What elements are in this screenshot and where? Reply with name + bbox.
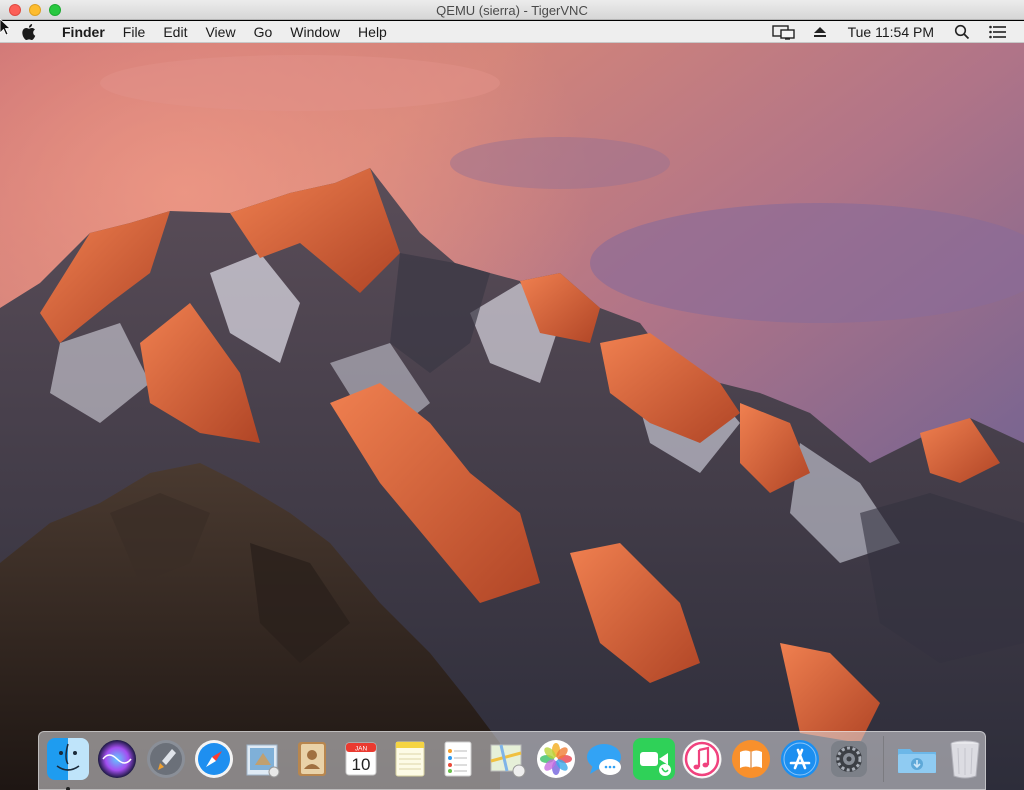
dock-reminders-icon[interactable]: [437, 738, 479, 780]
spotlight-search-icon[interactable]: [950, 23, 974, 41]
menu-file[interactable]: File: [114, 21, 155, 43]
desktop-wallpaper[interactable]: [0, 43, 1024, 790]
dock-system-preferences-icon[interactable]: [828, 738, 870, 780]
dock-maps-icon[interactable]: [486, 738, 528, 780]
dock-trash-icon[interactable]: [944, 738, 986, 780]
dock-safari-icon[interactable]: [193, 738, 235, 780]
dock-downloads-folder-icon[interactable]: [896, 738, 938, 780]
dock-launchpad-icon[interactable]: [145, 738, 187, 780]
menu-edit[interactable]: Edit: [154, 21, 196, 43]
eject-icon[interactable]: [808, 23, 832, 41]
dock-itunes-icon[interactable]: [681, 738, 723, 780]
dock-notes-icon[interactable]: [389, 738, 431, 780]
dock-photos-icon[interactable]: [535, 738, 577, 780]
window-title: QEMU (sierra) - TigerVNC: [436, 3, 588, 18]
dock-ibooks-icon[interactable]: [730, 738, 772, 780]
apple-menu-icon[interactable]: [20, 23, 36, 41]
display-mirroring-icon[interactable]: [771, 23, 796, 41]
dock-finder-icon[interactable]: [47, 738, 89, 790]
calendar-month-label: JAN: [355, 746, 368, 753]
calendar-day-label: 10: [351, 755, 370, 774]
dock-calendar-icon[interactable]: JAN 10: [340, 738, 382, 780]
dock-messages-icon[interactable]: [584, 738, 626, 780]
dock: JAN 10: [38, 731, 986, 790]
mouse-cursor-icon: [0, 18, 12, 40]
notification-center-icon[interactable]: [986, 23, 1010, 41]
dock-mail-icon[interactable]: [242, 738, 284, 780]
dock-contacts-icon[interactable]: [291, 738, 333, 780]
menubar: Finder File Edit View Go Window Help Tue…: [0, 21, 1024, 43]
menu-app-finder[interactable]: Finder: [53, 21, 114, 43]
menubar-clock[interactable]: Tue 11:54 PM: [838, 21, 944, 43]
dock-separator: [882, 736, 884, 782]
dock-facetime-icon[interactable]: [632, 738, 675, 780]
menu-help[interactable]: Help: [349, 21, 396, 43]
dock-app-store-icon[interactable]: [779, 738, 821, 780]
dock-siri-icon[interactable]: [96, 738, 138, 780]
vnc-window-titlebar: QEMU (sierra) - TigerVNC: [0, 0, 1024, 20]
menu-window[interactable]: Window: [281, 21, 349, 43]
menu-view[interactable]: View: [196, 21, 244, 43]
menu-go[interactable]: Go: [245, 21, 282, 43]
